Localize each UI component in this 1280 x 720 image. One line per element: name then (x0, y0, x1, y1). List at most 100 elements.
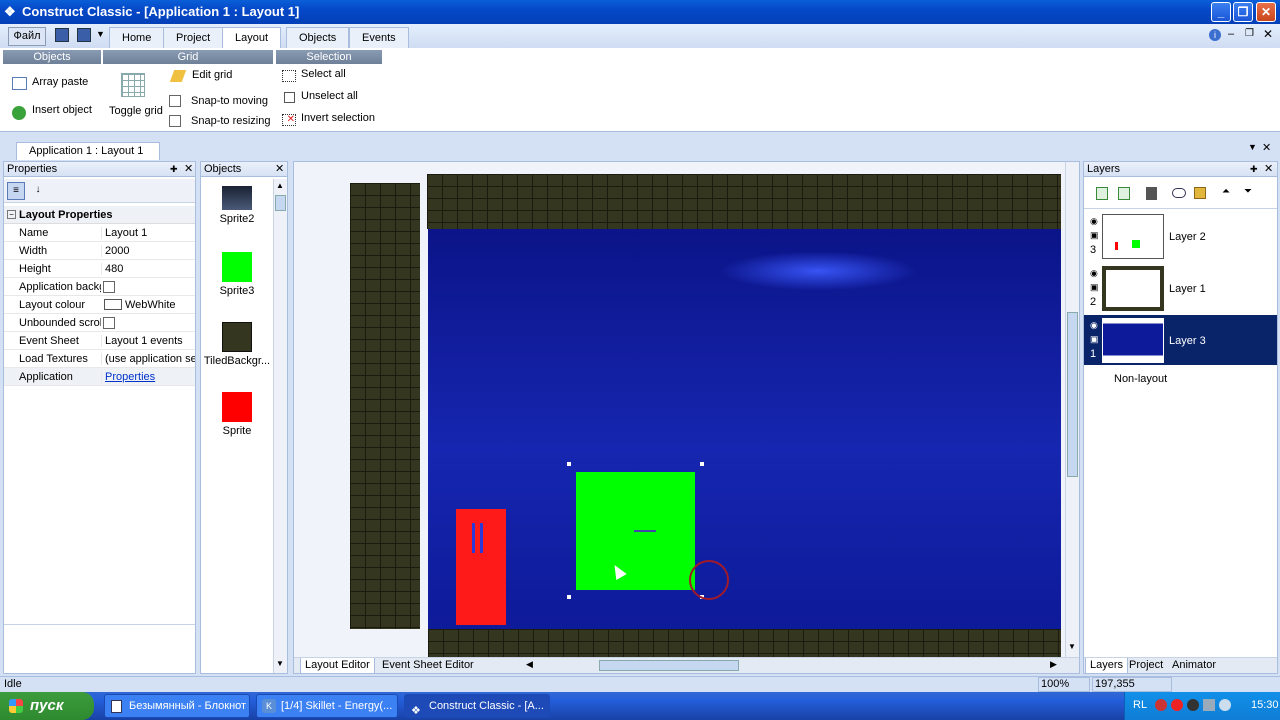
tab-animator[interactable]: Animator (1168, 658, 1220, 674)
save-all-icon[interactable] (77, 28, 91, 42)
tab-project-bar[interactable]: Project (1125, 658, 1167, 674)
snap-moving-checkbox[interactable] (169, 95, 181, 107)
scroll-left-icon[interactable]: ◀ (526, 659, 533, 670)
property-row[interactable]: Application backg (4, 278, 195, 296)
property-value[interactable]: (use application sett (101, 353, 195, 365)
objects-scrollbar[interactable]: ▲ ▼ (273, 179, 287, 673)
objects-close-icon[interactable]: ✕ (275, 162, 284, 176)
tray-icon[interactable] (1155, 699, 1167, 711)
property-row[interactable]: Name Layout 1 (4, 224, 195, 242)
layer-row[interactable]: ◉ ▣ 2 Layer 1 (1084, 263, 1277, 313)
document-list-icon[interactable]: ▼ (1248, 142, 1257, 152)
tab-objects[interactable]: Objects (286, 27, 350, 48)
scroll-thumb[interactable] (1067, 312, 1078, 477)
document-close-icon[interactable]: ✕ (1262, 141, 1271, 154)
quick-access-dropdown-icon[interactable]: ▼ (96, 29, 105, 39)
lock-icon[interactable]: ▣ (1090, 282, 1099, 293)
property-value[interactable]: WebWhite (125, 299, 176, 311)
layer-row-selected[interactable]: ◉ ▣ 1 Layer 3 (1084, 315, 1277, 365)
mdi-minimize-icon[interactable]: – (1228, 28, 1234, 40)
tray-icon[interactable] (1171, 699, 1183, 711)
clock[interactable]: 15:30 (1251, 699, 1279, 711)
delete-layer-icon[interactable] (1146, 187, 1157, 200)
mdi-close-icon[interactable]: ✕ (1263, 27, 1273, 41)
tiled-background-left[interactable] (350, 183, 420, 629)
properties-pin-icon[interactable]: ✚ (170, 162, 178, 176)
properties-link[interactable]: Properties (101, 371, 195, 383)
help-icon[interactable]: i (1209, 29, 1221, 41)
sprite-red[interactable] (456, 509, 506, 625)
scroll-down-icon[interactable]: ▼ (276, 659, 284, 668)
eye-icon[interactable]: ◉ (1090, 320, 1098, 331)
alphabetical-icon[interactable]: ↓ (29, 182, 47, 200)
tab-events[interactable]: Events (349, 27, 409, 48)
property-row[interactable]: Application Properties (4, 368, 195, 386)
language-indicator[interactable]: RL (1133, 699, 1147, 711)
mdi-restore-icon[interactable]: ❐ (1245, 28, 1254, 39)
resize-handle[interactable] (567, 595, 571, 599)
angle-handle[interactable] (634, 530, 656, 532)
tab-event-sheet-editor[interactable]: Event Sheet Editor (378, 658, 478, 674)
sprite3-green-selected[interactable] (576, 472, 695, 590)
property-row[interactable]: Load Textures (use application sett (4, 350, 195, 368)
lock-icon[interactable]: ▣ (1090, 334, 1099, 345)
property-row[interactable]: Event Sheet Layout 1 events (4, 332, 195, 350)
move-layer-up-icon[interactable]: ⏶ (1222, 186, 1230, 197)
object-item-sprite3[interactable]: Sprite3 (201, 252, 273, 297)
layer-row[interactable]: ◉ ▣ 3 Layer 2 (1084, 211, 1277, 261)
tray-icon[interactable] (1219, 699, 1231, 711)
object-item-tiledbackground[interactable]: TiledBackgr... (201, 322, 273, 367)
layers-pin-icon[interactable]: ✚ (1250, 162, 1258, 176)
scroll-down-icon[interactable]: ▼ (1068, 642, 1076, 651)
close-button[interactable]: ✕ (1256, 2, 1276, 22)
colour-swatch[interactable] (104, 299, 122, 310)
properties-close-icon[interactable]: ✕ (184, 162, 193, 176)
layout-editor[interactable]: ▼ Layout Editor Event Sheet Editor ◀ ▶ (293, 161, 1080, 674)
minimize-button[interactable]: _ (1211, 2, 1231, 22)
document-tab[interactable]: Application 1 : Layout 1 (16, 142, 161, 160)
save-icon[interactable] (55, 28, 69, 42)
tab-home[interactable]: Home (109, 27, 165, 48)
collapse-icon[interactable]: − (7, 210, 16, 219)
tab-project[interactable]: Project (163, 27, 224, 48)
tiled-background-top[interactable] (427, 174, 1061, 229)
scroll-right-icon[interactable]: ▶ (1050, 659, 1057, 670)
lock-icon[interactable] (1194, 187, 1206, 199)
property-value[interactable]: 2000 (101, 245, 195, 257)
layers-close-icon[interactable]: ✕ (1264, 162, 1273, 176)
property-value[interactable]: 480 (101, 263, 195, 275)
unbounded-scrolling-checkbox[interactable] (103, 317, 115, 329)
scroll-thumb[interactable] (275, 195, 286, 211)
resize-handle[interactable] (567, 462, 571, 466)
scroll-up-icon[interactable]: ▲ (276, 181, 284, 190)
task-notepad[interactable]: Безымянный - Блокнот (104, 694, 250, 718)
tab-layout[interactable]: Layout (222, 27, 282, 48)
toggle-grid-button[interactable]: Toggle grid (108, 73, 164, 121)
categorized-icon[interactable]: ≡ (7, 182, 25, 200)
non-layout-layer[interactable]: Non-layout (1114, 373, 1167, 385)
property-row[interactable]: Layout colour WebWhite (4, 296, 195, 314)
file-menu-button[interactable]: Файл (8, 27, 46, 46)
maximize-button[interactable]: ❐ (1233, 2, 1253, 22)
property-value[interactable]: Layout 1 (101, 227, 195, 239)
task-construct-classic[interactable]: ❖ Construct Classic - [A... (404, 694, 550, 718)
resize-handle[interactable] (700, 462, 704, 466)
eye-icon[interactable]: ◉ (1090, 216, 1098, 227)
add-sublayer-icon[interactable] (1118, 187, 1130, 200)
network-icon[interactable] (1203, 699, 1215, 711)
tab-layers[interactable]: Layers (1085, 658, 1129, 674)
object-item-sprite2[interactable]: Sprite2 (201, 186, 273, 225)
lock-icon[interactable]: ▣ (1090, 230, 1099, 241)
move-layer-down-icon[interactable]: ⏷ (1244, 186, 1252, 197)
task-media-player[interactable]: K [1/4] Skillet - Energy(... (256, 694, 398, 718)
app-background-checkbox[interactable] (103, 281, 115, 293)
property-row[interactable]: Height 480 (4, 260, 195, 278)
tab-layout-editor[interactable]: Layout Editor (300, 658, 375, 674)
horizontal-scroll-thumb[interactable] (599, 660, 739, 671)
editor-vertical-scrollbar[interactable]: ▼ (1065, 162, 1079, 658)
tray-icon[interactable] (1187, 699, 1199, 711)
layout-properties-section[interactable]: − Layout Properties (4, 206, 195, 224)
object-item-sprite[interactable]: Sprite (201, 392, 273, 437)
visibility-icon[interactable] (1172, 188, 1186, 198)
property-value[interactable]: Layout 1 events (101, 335, 195, 347)
